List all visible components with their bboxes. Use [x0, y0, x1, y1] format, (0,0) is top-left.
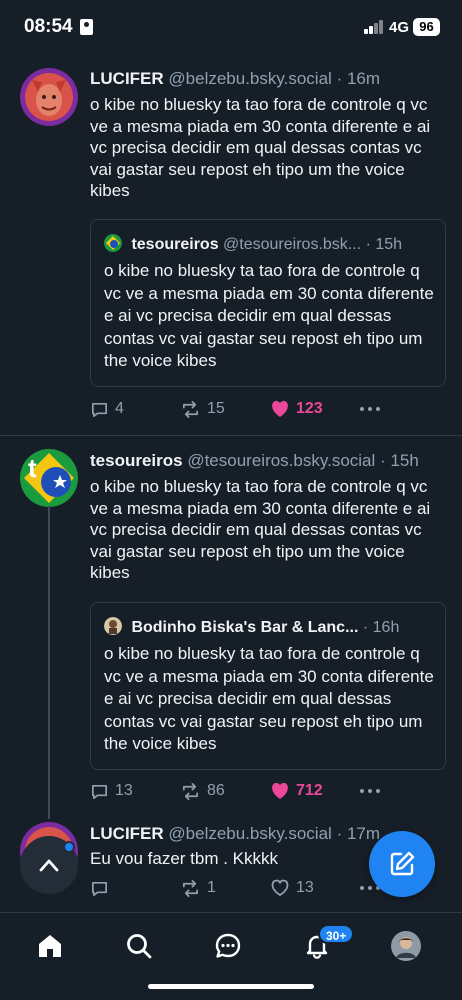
author-handle[interactable]: @belzebu.bsky.social: [168, 824, 331, 843]
author-name[interactable]: LUCIFER: [90, 824, 164, 843]
reply-button[interactable]: 13: [90, 780, 133, 802]
repost-icon: [182, 400, 199, 418]
status-time: 08:54: [24, 16, 73, 37]
quote-time: 16h: [372, 619, 400, 636]
reply-count: 13: [115, 782, 133, 799]
repost-icon: [182, 782, 199, 800]
thread-line: [48, 506, 50, 819]
post-time: 17m: [346, 824, 381, 843]
quote-author-handle: @tesoureiros.bsk...: [223, 236, 362, 253]
post-actions: 4 15 123: [90, 398, 442, 420]
quote-avatar: [104, 234, 122, 252]
quote-author-name: tesoureiros: [131, 236, 219, 253]
reply-icon: [91, 784, 108, 799]
avatar[interactable]: t: [20, 449, 78, 507]
network-type: 4G: [389, 19, 410, 36]
home-icon: [39, 935, 61, 957]
home-indicator: [148, 984, 314, 989]
chevron-up-icon: [39, 859, 59, 872]
repost-button[interactable]: 86: [180, 780, 225, 802]
heart-outline-icon: [271, 879, 289, 897]
search-icon: [127, 934, 152, 959]
like-button[interactable]: 712: [270, 780, 323, 802]
repost-count: 1: [207, 879, 216, 896]
quote-text: o kibe no bluesky ta tao fora de control…: [104, 644, 434, 753]
home-tab[interactable]: [33, 929, 67, 963]
quote-header: tesoureiros @tesoureiros.bsk... · 15h: [104, 234, 433, 254]
repost-button[interactable]: 15: [180, 398, 225, 420]
heart-filled-icon: [272, 782, 288, 799]
reply-icon: [91, 402, 108, 417]
heart-filled-icon: [272, 400, 288, 417]
quote-time: 15h: [375, 236, 403, 253]
post-text: o kibe no bluesky ta tao fora de control…: [90, 95, 431, 200]
quote-header: Bodinho Biska's Bar & Lanc... · 16h: [104, 617, 433, 637]
chat-tab[interactable]: [211, 929, 245, 963]
quoted-post[interactable]: tesoureiros @tesoureiros.bsk... · 15h o …: [90, 219, 446, 387]
repost-count: 15: [207, 400, 225, 417]
author-name[interactable]: tesoureiros: [90, 451, 183, 470]
reply-button[interactable]: 4: [90, 398, 124, 420]
repost-icon: [182, 879, 199, 897]
compose-button[interactable]: [369, 831, 435, 897]
contact-card-icon: [80, 19, 93, 35]
more-options-icon[interactable]: [360, 780, 380, 802]
post-divider: [0, 435, 462, 436]
quoted-post[interactable]: Bodinho Biska's Bar & Lanc... · 16h o ki…: [90, 602, 446, 770]
scroll-to-top-button[interactable]: [20, 836, 78, 894]
reply-button[interactable]: [90, 877, 115, 899]
more-options-icon[interactable]: [360, 398, 380, 420]
like-count: 13: [296, 879, 314, 896]
post-time: 16m: [346, 69, 381, 88]
battery-icon: 96: [413, 18, 440, 36]
author-handle[interactable]: @belzebu.bsky.social: [168, 69, 331, 88]
status-bar: 08:54 4G 96: [0, 0, 462, 56]
repost-button[interactable]: 1: [180, 877, 216, 899]
quote-avatar: [104, 617, 122, 635]
signal-icon: [364, 20, 384, 34]
quote-author-name: Bodinho Biska's Bar & Lanc...: [131, 619, 359, 636]
author-name[interactable]: LUCIFER: [90, 69, 164, 88]
post-actions: 13 86 712: [90, 780, 442, 802]
notification-badge: 30+: [318, 924, 355, 944]
like-button[interactable]: 13: [270, 877, 314, 899]
post-time: 15h: [390, 451, 419, 470]
svg-text:t: t: [28, 453, 37, 483]
quote-text: o kibe no bluesky ta tao fora de control…: [104, 261, 434, 370]
reply-count: 4: [115, 400, 124, 417]
post-header: tesoureiros @tesoureiros.bsky.social · 1…: [90, 451, 419, 470]
profile-tab[interactable]: [389, 929, 423, 963]
repost-count: 86: [207, 782, 225, 799]
new-posts-dot: [63, 841, 75, 853]
profile-avatar: [391, 931, 421, 961]
like-count: 712: [296, 782, 323, 799]
like-count: 123: [296, 400, 323, 417]
chat-icon: [215, 933, 241, 958]
post-header: LUCIFER @belzebu.bsky.social · 16m: [90, 69, 381, 88]
reply-icon: [91, 881, 108, 896]
avatar[interactable]: [20, 68, 78, 126]
search-tab[interactable]: [122, 929, 156, 963]
compose-icon: [390, 851, 415, 876]
post-text: o kibe no bluesky ta tao fora de control…: [90, 477, 431, 582]
author-handle[interactable]: @tesoureiros.bsky.social: [187, 451, 375, 470]
like-button[interactable]: 123: [270, 398, 323, 420]
